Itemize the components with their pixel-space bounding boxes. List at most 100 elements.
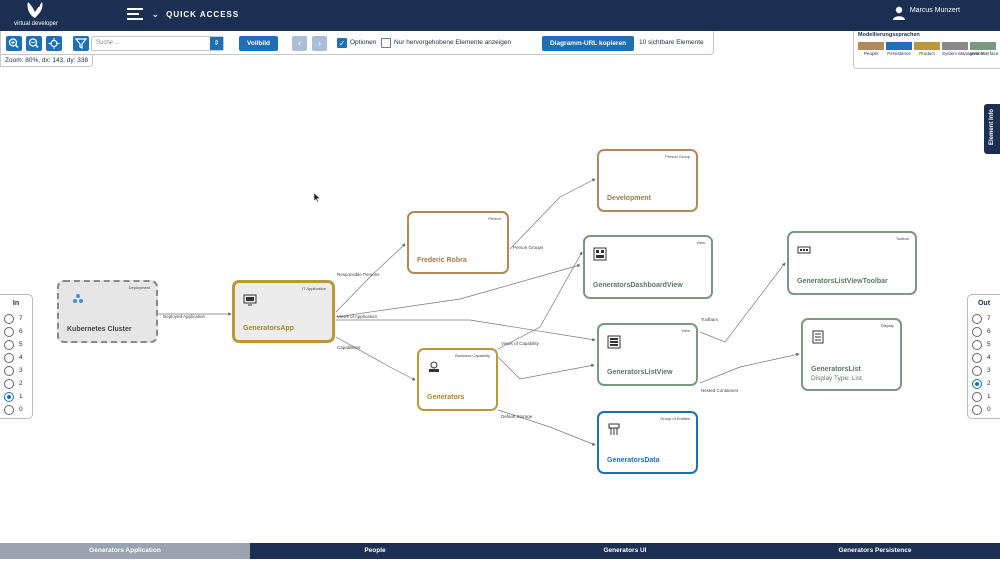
radio-button[interactable] — [4, 353, 14, 363]
legend-swatch — [914, 42, 940, 50]
node-generators-list[interactable]: Display GeneratorsList Display Type: Lis… — [801, 318, 902, 391]
options-checkbox[interactable]: ✓ — [337, 38, 347, 48]
capability-icon — [429, 361, 439, 372]
tab-people[interactable]: People — [250, 543, 500, 559]
node-generators-data[interactable]: Group of Entities GeneratorsData — [597, 411, 698, 474]
node-type: View — [681, 328, 690, 333]
highlight-only-checkbox[interactable] — [381, 38, 391, 48]
radio-button[interactable] — [4, 327, 14, 337]
in-depth-panel: In 7 6 5 4 3 2 1 0 — [0, 294, 33, 419]
radio-label: 6 — [987, 328, 991, 335]
in-depth-option[interactable]: 3 — [4, 366, 32, 377]
app-logo[interactable]: virtual developer — [8, 0, 60, 31]
legend-item-persistence[interactable]: Persistence — [886, 42, 912, 56]
zoom-out-icon[interactable] — [26, 36, 42, 51]
radio-button[interactable] — [972, 353, 982, 363]
quick-access-label: QUICK ACCESS — [166, 10, 240, 19]
in-depth-option[interactable]: 4 — [4, 353, 32, 364]
node-kubernetes-cluster[interactable]: Deployment Kubernetes Cluster — [57, 280, 158, 343]
out-depth-option[interactable]: 5 — [972, 340, 1000, 351]
back-icon[interactable]: ‹ — [292, 36, 307, 51]
radio-button[interactable] — [972, 405, 982, 415]
radio-button[interactable] — [4, 314, 14, 324]
legend-item-system-management[interactable]: System Management — [942, 42, 985, 56]
out-depth-option[interactable]: 2 — [972, 379, 1000, 390]
legend-label: Product — [919, 51, 935, 56]
node-generators-list-view[interactable]: View GeneratorsListView — [597, 323, 698, 386]
radio-button[interactable] — [972, 366, 982, 376]
radio-button[interactable] — [972, 379, 982, 389]
sort-icon[interactable]: ⇕ — [210, 37, 223, 50]
radio-button[interactable] — [972, 314, 982, 324]
in-depth-option[interactable]: 0 — [4, 405, 32, 416]
zoom-in-icon[interactable] — [6, 36, 22, 51]
radio-button[interactable] — [4, 392, 14, 402]
diagram-tabs: Generators Application People Generators… — [0, 543, 1000, 559]
out-depth-option[interactable]: 1 — [972, 392, 1000, 403]
node-generators-app[interactable]: IT Application GeneratorsApp — [232, 280, 335, 343]
node-frederic-robra[interactable]: Person Frederic Robra — [407, 211, 509, 274]
edge-responsible-persons — [335, 243, 406, 313]
visible-elements-count: 10 sichtbare Elemente — [639, 39, 704, 46]
in-depth-option[interactable]: 7 — [4, 314, 32, 325]
out-depth-option[interactable]: 4 — [972, 353, 1000, 364]
copy-diagram-url-button[interactable]: Diagramm-URL kopieren — [542, 36, 634, 51]
out-depth-option[interactable]: 0 — [972, 405, 1000, 416]
node-type: View — [696, 240, 705, 245]
search-input[interactable]: Suche ... ⇕ — [91, 36, 224, 51]
in-depth-option[interactable]: 1 — [4, 392, 32, 403]
edge-label: Deployed Application — [163, 314, 206, 319]
radio-label: 6 — [19, 328, 23, 335]
node-development[interactable]: Person Group Development — [597, 149, 698, 212]
node-generators-list-view-toolbar[interactable]: Toolbar GeneratorsListViewToolbar — [787, 231, 917, 295]
filter-icon[interactable] — [73, 36, 89, 51]
edge-nested-containers — [699, 352, 800, 384]
tab-generators-application[interactable]: Generators Application — [0, 543, 250, 559]
in-depth-option[interactable]: 6 — [4, 327, 32, 338]
radio-label: 0 — [19, 406, 23, 413]
radio-label: 4 — [19, 354, 23, 361]
node-name: GeneratorsData — [607, 457, 660, 464]
node-generators[interactable]: Business Capability Generators — [417, 348, 498, 411]
fullscreen-button[interactable]: Vollbild — [239, 36, 278, 51]
user-icon[interactable] — [893, 6, 905, 20]
tab-generators-persistence[interactable]: Generators Persistence — [750, 543, 1000, 559]
menu-icon[interactable] — [127, 8, 143, 22]
monitor-icon — [243, 294, 257, 306]
radio-button[interactable] — [972, 340, 982, 350]
radio-label: 4 — [987, 354, 991, 361]
out-depth-option[interactable]: 6 — [972, 327, 1000, 338]
node-name: GeneratorsListView — [607, 369, 673, 376]
radio-button[interactable] — [4, 405, 14, 415]
out-depth-option[interactable]: 7 — [972, 314, 1000, 325]
legend-item-user-interface[interactable]: User Interface — [970, 42, 998, 56]
edge-views-of-application-2 — [336, 319, 596, 342]
legend-swatch — [942, 42, 968, 50]
legend-item-product[interactable]: Product — [914, 42, 940, 56]
radio-button[interactable] — [972, 327, 982, 337]
node-generators-dashboard-view[interactable]: View GeneratorsDashboardView — [583, 235, 713, 299]
forward-icon[interactable]: › — [312, 36, 327, 51]
radio-label: 0 — [987, 406, 991, 413]
quick-access-menu[interactable]: ⌄ QUICK ACCESS — [152, 10, 239, 19]
in-depth-option[interactable]: 2 — [4, 379, 32, 390]
node-name: Generators — [427, 394, 465, 401]
radio-button[interactable] — [4, 379, 14, 389]
node-type: Deployment — [128, 285, 150, 290]
radio-label: 3 — [19, 367, 23, 374]
legend-item-people[interactable]: People — [858, 42, 884, 56]
logo-text: virtual developer — [13, 21, 59, 27]
tab-generators-ui[interactable]: Generators UI — [500, 543, 750, 559]
in-depth-option[interactable]: 5 — [4, 340, 32, 351]
user-name[interactable]: Marcus Munzert — [910, 7, 960, 14]
edge-views-of-capability-1 — [497, 251, 583, 350]
radio-label: 7 — [987, 315, 991, 322]
diagram-toolbar: Suche ... ⇕ Vollbild ‹ › ✓ Optionen Nur … — [0, 31, 714, 55]
radio-button[interactable] — [4, 340, 14, 350]
radio-button[interactable] — [972, 392, 982, 402]
diagram-canvas[interactable]: Deployed Application Responsible Persons… — [0, 67, 1000, 543]
radio-button[interactable] — [4, 366, 14, 376]
toolbar-icon — [797, 246, 811, 254]
fit-center-icon[interactable] — [46, 36, 62, 51]
out-depth-option[interactable]: 3 — [972, 366, 1000, 377]
